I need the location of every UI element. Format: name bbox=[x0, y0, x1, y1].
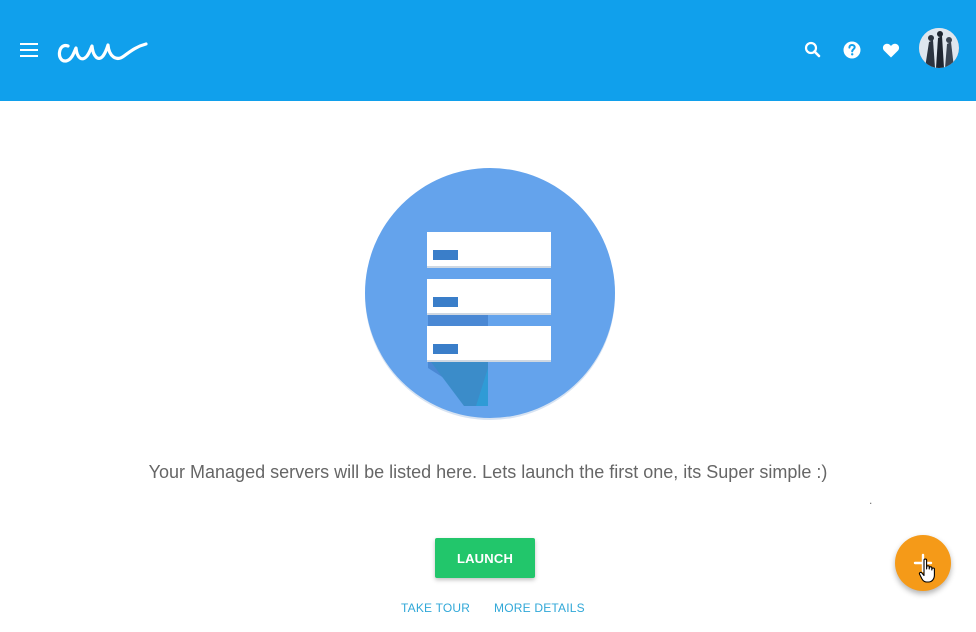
plus-icon bbox=[913, 553, 933, 573]
avatar-image bbox=[919, 28, 959, 68]
server-row-2 bbox=[427, 279, 551, 315]
user-avatar[interactable] bbox=[919, 28, 959, 68]
cloudways-logo[interactable] bbox=[54, 36, 148, 68]
take-tour-link[interactable]: TAKE TOUR bbox=[401, 601, 470, 615]
hamburger-menu-icon bbox=[20, 43, 40, 57]
help-icon bbox=[843, 41, 861, 59]
top-app-bar bbox=[0, 0, 976, 101]
help-button[interactable] bbox=[842, 40, 862, 60]
search-button[interactable] bbox=[803, 40, 823, 60]
server-row-3 bbox=[427, 326, 551, 362]
stray-mark: . bbox=[869, 493, 873, 507]
heart-icon bbox=[882, 43, 900, 58]
more-details-link[interactable]: MORE DETAILS bbox=[494, 601, 585, 615]
menu-button[interactable] bbox=[20, 43, 40, 59]
server-row-1 bbox=[427, 232, 551, 268]
empty-state-message: Your Managed servers will be listed here… bbox=[148, 462, 828, 482]
server-stack-illustration bbox=[365, 168, 615, 420]
search-icon bbox=[804, 41, 821, 58]
launch-button[interactable]: LAUNCH bbox=[435, 538, 535, 578]
add-server-fab[interactable] bbox=[895, 535, 951, 591]
favorites-button[interactable] bbox=[881, 40, 901, 60]
